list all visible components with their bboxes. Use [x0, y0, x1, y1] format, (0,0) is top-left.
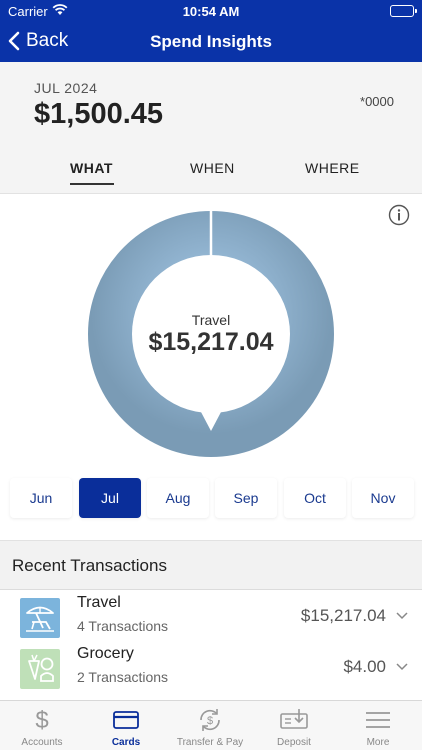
- nav-bar: Back Spend Insights: [0, 22, 422, 62]
- chevron-down-icon: [396, 663, 408, 671]
- transaction-category: Travel: [77, 594, 121, 611]
- tab-label: Cards: [111, 737, 141, 748]
- tab-more[interactable]: More: [336, 701, 420, 750]
- svg-text:$: $: [35, 707, 48, 734]
- clock: 10:54 AM: [182, 4, 240, 19]
- deposit-icon: [252, 706, 336, 734]
- month-selector: Jun Jul Aug Sep Oct Nov: [0, 470, 422, 540]
- total-amount: $1,500.45: [34, 98, 164, 130]
- transaction-amount: $15,217.04: [300, 606, 386, 625]
- period-label: JUL 2024: [34, 80, 98, 96]
- beach-chair-icon: [20, 598, 60, 638]
- tab-what[interactable]: WHAT: [70, 160, 113, 176]
- month-jul[interactable]: Jul: [79, 478, 141, 518]
- spend-summary: JUL 2024 $1,500.45 *0000 WHAT WHEN WHERE: [0, 62, 422, 194]
- spend-chart: Travel $15,217.04: [0, 194, 422, 470]
- transaction-amount: $4.00: [343, 657, 386, 676]
- chevron-down-icon: [396, 612, 408, 620]
- donut-category-label: Travel: [191, 312, 231, 328]
- month-nov[interactable]: Nov: [352, 478, 414, 518]
- battery-icon: [390, 5, 417, 17]
- donut-value-label: $15,217.04: [148, 328, 274, 356]
- tab-when[interactable]: WHEN: [190, 160, 235, 176]
- active-tab-indicator: [70, 183, 114, 185]
- section-title: Recent Transactions: [12, 556, 167, 575]
- month-oct[interactable]: Oct: [284, 478, 346, 518]
- tab-deposit[interactable]: Deposit: [252, 701, 336, 750]
- tab-label: More: [366, 737, 390, 748]
- card-icon: [84, 706, 168, 734]
- transfer-icon: $: [168, 706, 252, 734]
- tab-label: Deposit: [277, 737, 311, 748]
- tab-label: Transfer & Pay: [176, 737, 244, 748]
- dollar-icon: $: [0, 706, 84, 734]
- bottom-tab-bar: $ Accounts Cards $ Transfer & Pay Deposi…: [0, 700, 422, 750]
- insight-tabs: WHAT WHEN WHERE: [0, 156, 422, 186]
- grocery-icon: [20, 649, 60, 689]
- card-number: *0000: [360, 94, 394, 109]
- transaction-count: 4 Transactions: [77, 618, 169, 634]
- list-item[interactable]: Grocery 2 Transactions $4.00: [0, 643, 422, 694]
- page-title: Spend Insights: [150, 32, 272, 51]
- tab-cards[interactable]: Cards: [84, 701, 168, 750]
- list-item[interactable]: Travel 4 Transactions $15,217.04: [0, 592, 422, 643]
- svg-text:$: $: [207, 715, 213, 727]
- tab-accounts[interactable]: $ Accounts: [0, 701, 84, 750]
- month-jun[interactable]: Jun: [10, 478, 72, 518]
- month-aug[interactable]: Aug: [147, 478, 209, 518]
- menu-icon: [336, 706, 420, 734]
- info-icon[interactable]: [388, 204, 410, 231]
- tab-transfer-pay[interactable]: $ Transfer & Pay: [168, 701, 252, 750]
- status-bar: Carrier 10:54 AM: [0, 0, 422, 22]
- transaction-category: Grocery: [77, 645, 134, 662]
- month-sep[interactable]: Sep: [215, 478, 277, 518]
- recent-transactions-header: Recent Transactions: [0, 540, 422, 590]
- transaction-count: 2 Transactions: [77, 669, 169, 685]
- tab-where[interactable]: WHERE: [305, 160, 360, 176]
- tab-label: Accounts: [21, 737, 63, 748]
